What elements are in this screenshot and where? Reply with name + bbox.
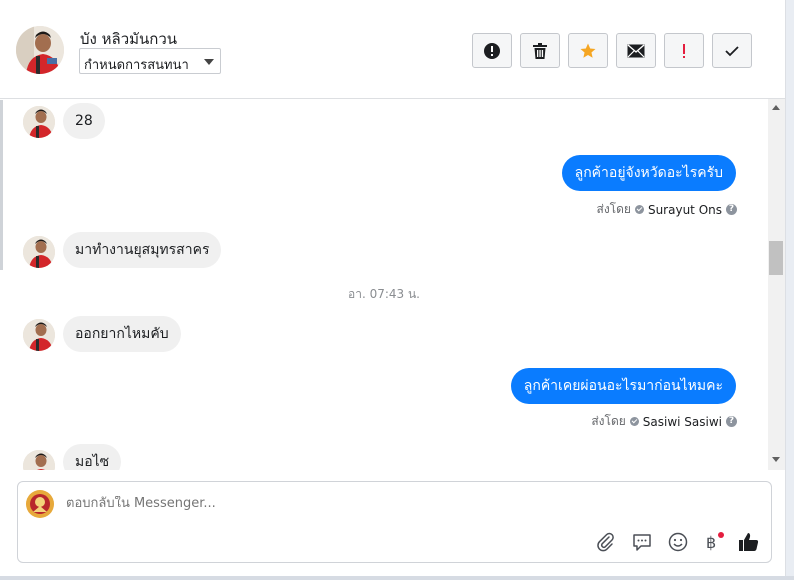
assign-conversation-label: กำหนดการสนทนา xyxy=(84,58,189,73)
sender-name[interactable]: Sasiwi Sasiwi xyxy=(643,415,722,429)
mark-spam-button[interactable] xyxy=(472,33,512,68)
thread-scrollbar[interactable] xyxy=(768,99,785,470)
message-composer: ฿ xyxy=(17,481,772,563)
sent-by-line: ส่งโดย Sasiwi Sasiwi ? xyxy=(591,412,737,431)
checkmark-icon xyxy=(725,45,739,56)
follow-up-button[interactable] xyxy=(664,33,704,68)
conversation-header: บัง หลิวมันกวน กำหนดการสนทนา xyxy=(0,0,786,99)
contact-mini-avatar xyxy=(23,319,55,351)
star-icon xyxy=(580,43,596,58)
delete-button[interactable] xyxy=(520,33,560,68)
saved-reply-icon xyxy=(633,534,651,551)
star-button[interactable] xyxy=(568,33,608,68)
emoji-icon xyxy=(668,532,688,552)
outgoing-message: ลูกค้าอยู่จังหวัดอะไรครับ xyxy=(561,155,736,191)
help-icon[interactable]: ? xyxy=(726,204,737,215)
envelope-icon xyxy=(627,43,645,57)
reply-input[interactable] xyxy=(66,496,466,511)
window-bottom-edge xyxy=(0,576,794,580)
incoming-message: ออกยากไหมคับ xyxy=(63,316,181,352)
payment-button[interactable]: ฿ xyxy=(702,530,726,554)
inbox-conversation-panel: บัง หลิวมันกวน กำหนดการสนทนา 28 ลูกค้าอย… xyxy=(0,0,786,576)
sent-by-line: ส่งโดย Surayut Ons ? xyxy=(596,200,737,219)
incoming-message: มาทำงานยุสมุทรสาคร xyxy=(63,232,222,268)
contact-avatar[interactable] xyxy=(16,26,64,74)
baht-payment-icon: ฿ xyxy=(706,532,724,552)
sent-by-label: ส่งโดย xyxy=(591,414,626,428)
contact-mini-avatar xyxy=(23,106,55,138)
verified-check-icon xyxy=(634,205,644,214)
done-button[interactable] xyxy=(712,33,752,68)
verified-check-icon xyxy=(629,417,639,426)
mark-unread-button[interactable] xyxy=(616,33,656,68)
attach-button[interactable] xyxy=(594,530,618,554)
emoji-button[interactable] xyxy=(666,530,690,554)
sender-name[interactable]: Surayut Ons xyxy=(648,203,722,217)
exclamation-icon xyxy=(683,43,685,58)
help-icon[interactable]: ? xyxy=(726,416,737,427)
incoming-message: มอไซ xyxy=(63,444,122,470)
scroll-down-arrow-icon[interactable] xyxy=(772,457,780,462)
outgoing-message: ลูกค้าเคยผ่อนอะไรมาก่อนไหมคะ xyxy=(510,368,736,404)
page-avatar xyxy=(26,490,54,518)
alert-circle-icon xyxy=(484,42,500,59)
assign-conversation-dropdown[interactable]: กำหนดการสนทนา xyxy=(79,48,221,74)
scroll-up-arrow-icon[interactable] xyxy=(772,105,780,110)
caret-down-icon xyxy=(204,59,214,65)
saved-reply-button[interactable] xyxy=(630,530,654,554)
message-thread: 28 ลูกค้าอยู่จังหวัดอะไรครับ ส่งโดย Sura… xyxy=(0,100,768,470)
sent-by-label: ส่งโดย xyxy=(596,202,631,216)
thumbs-up-icon xyxy=(739,533,759,551)
incoming-message: 28 xyxy=(63,103,105,139)
trash-icon xyxy=(533,42,547,59)
contact-mini-avatar xyxy=(23,450,55,470)
attach-icon xyxy=(597,532,614,552)
svg-text:฿: ฿ xyxy=(706,533,716,552)
like-button[interactable] xyxy=(737,530,761,554)
contact-mini-avatar xyxy=(23,236,55,268)
message-timestamp: อา. 07:43 น. xyxy=(348,287,420,301)
scrollbar-thumb[interactable] xyxy=(769,241,783,275)
